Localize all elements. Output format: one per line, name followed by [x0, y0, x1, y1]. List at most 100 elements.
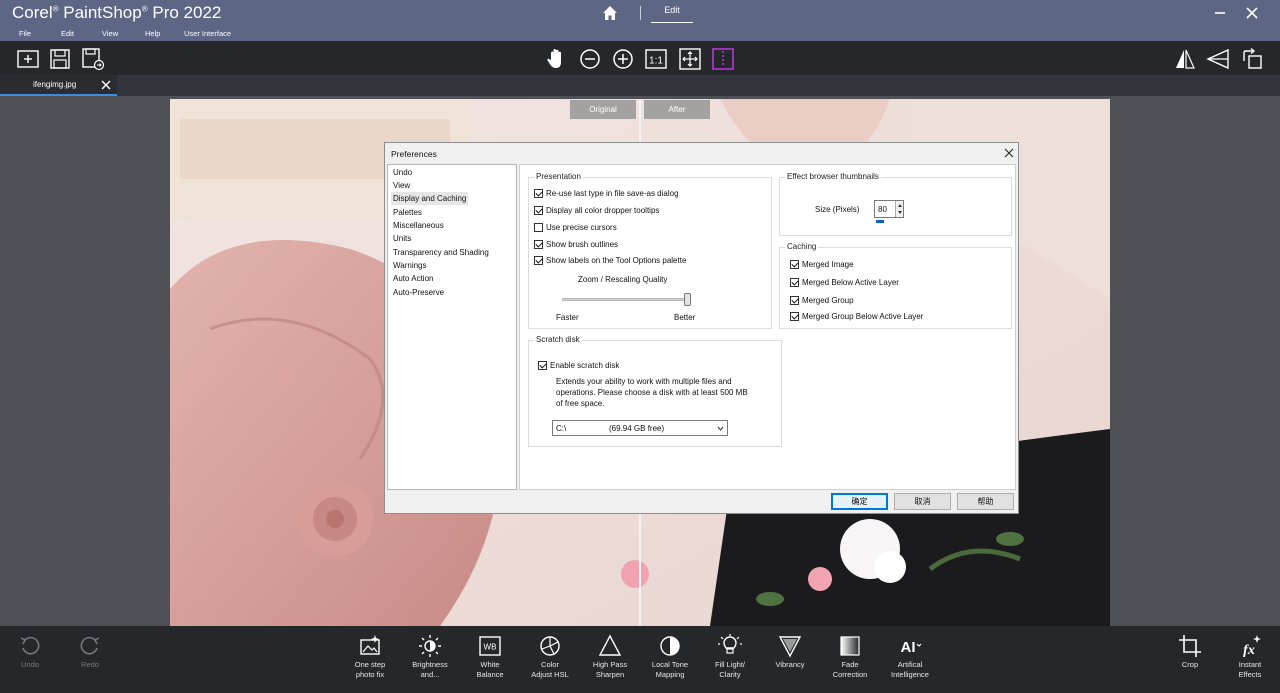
menu-help[interactable]: Help [145, 29, 160, 38]
app-title: Corel® PaintShop® Pro 2022 [12, 3, 222, 22]
one-step-photo-fix-button[interactable]: One step photo fix [340, 634, 400, 690]
checkbox[interactable] [790, 278, 799, 287]
flip-horizontal-icon[interactable] [1173, 47, 1197, 71]
close-window-icon[interactable] [1245, 6, 1259, 20]
pan-hand-icon[interactable] [544, 47, 568, 71]
category-display-and-caching[interactable]: Display and Caching [391, 192, 469, 205]
main-toolbar: 1:1 [0, 41, 1280, 75]
fill-light-clarity-button[interactable]: Fill Light/Clarity [700, 634, 760, 690]
zoom-quality-slider-thumb[interactable] [683, 293, 691, 306]
cancel-button[interactable]: 取消 [894, 493, 951, 510]
undo-icon [20, 636, 40, 655]
category-view[interactable]: View [391, 179, 412, 192]
checkbox[interactable] [790, 312, 799, 321]
help-button[interactable]: 帮助 [957, 493, 1014, 510]
scratch-desc-line2: operations. Please choose a disk with at… [556, 388, 748, 397]
option-label: Show brush outlines [546, 240, 619, 249]
new-file-icon[interactable] [16, 47, 40, 71]
category-palettes[interactable]: Palettes [391, 206, 424, 219]
close-tab-icon[interactable] [100, 79, 112, 91]
dialog-footer: 确定 取消 帮助 [385, 491, 1018, 513]
checkbox[interactable] [534, 256, 543, 265]
menu-file[interactable]: File [19, 29, 31, 38]
option-label: Display all color dropper tooltips [546, 206, 660, 215]
option-merged-image[interactable]: Merged Image [790, 260, 854, 269]
crop-button[interactable]: Crop [1160, 634, 1220, 690]
checkbox[interactable] [790, 296, 799, 305]
zoom-out-icon[interactable] [578, 47, 602, 71]
option-merged-group[interactable]: Merged Group [790, 296, 854, 305]
checkbox[interactable] [534, 206, 543, 215]
tool-label: Fade Correction [832, 660, 868, 679]
checkbox[interactable] [538, 361, 547, 370]
perspective-icon[interactable] [1206, 47, 1230, 71]
size-progress-indicator [876, 220, 884, 223]
crop-icon [1179, 635, 1201, 657]
save-icon[interactable] [48, 47, 72, 71]
instant-effects-button[interactable]: fx Instant Effects [1220, 634, 1280, 690]
svg-text:WB: WB [484, 643, 497, 652]
presentation-group: Presentation Re-use last type in file sa… [528, 172, 772, 329]
size-pixels-input[interactable]: 80 [874, 200, 904, 218]
category-transparency-and-shading[interactable]: Transparency and Shading [391, 246, 491, 259]
save-as-icon[interactable] [81, 47, 105, 71]
option-label: Show labels on the Tool Options palette [546, 256, 687, 265]
category-undo[interactable]: Undo [391, 166, 414, 179]
option-merged-group-below-active[interactable]: Merged Group Below Active Layer [790, 312, 923, 321]
local-tone-mapping-button[interactable]: Local Tone Mapping [640, 634, 700, 690]
ok-button[interactable]: 确定 [831, 493, 888, 510]
checkbox[interactable] [790, 260, 799, 269]
category-units[interactable]: Units [391, 232, 413, 245]
menu-user-interface[interactable]: User Interface [184, 29, 231, 38]
svg-text:1:1: 1:1 [649, 56, 663, 67]
option-precise-cursors[interactable]: Use precise cursors [534, 223, 617, 232]
option-enable-scratch-disk[interactable]: Enable scratch disk [538, 361, 619, 370]
option-label: Enable scratch disk [550, 361, 620, 370]
option-reuse-last-type[interactable]: Re-use last type in file save-as dialog [534, 189, 679, 198]
menu-edit[interactable]: Edit [61, 29, 74, 38]
option-merged-below-active[interactable]: Merged Below Active Layer [790, 278, 899, 287]
menu-view[interactable]: View [102, 29, 118, 38]
checkbox[interactable] [534, 223, 543, 232]
category-warnings[interactable]: Warnings [391, 259, 429, 272]
category-auto-preserve[interactable]: Auto-Preserve [391, 286, 446, 299]
color-hsl-icon [540, 636, 560, 656]
option-color-dropper-tooltips[interactable]: Display all color dropper tooltips [534, 206, 659, 215]
category-miscellaneous[interactable]: Miscellaneous [391, 219, 446, 232]
rotate-icon[interactable] [1240, 47, 1264, 71]
faster-label: Faster [556, 313, 579, 322]
tab-edit[interactable]: Edit [651, 5, 693, 23]
artificial-intelligence-button[interactable]: AI Artifical Intelligence [880, 634, 940, 690]
dialog-close-icon[interactable] [1003, 147, 1015, 159]
color-adjust-hsl-button[interactable]: Color Adjust HSL [520, 634, 580, 690]
svg-text:AI: AI [901, 639, 916, 656]
drive-free-space: (69.94 GB free) [609, 424, 665, 433]
document-tab[interactable]: ifengimg.jpg [0, 75, 117, 96]
drive-select[interactable]: C:\ (69.94 GB free) [552, 420, 728, 436]
undo-button[interactable]: Undo [0, 634, 60, 690]
tool-label: Fill Light/Clarity [714, 660, 745, 679]
checkbox[interactable] [534, 240, 543, 249]
white-balance-button[interactable]: WB White Balance [460, 634, 520, 690]
tool-label: Vibrancy [775, 660, 805, 669]
category-auto-action[interactable]: Auto Action [391, 272, 435, 285]
scratch-desc-line1: Extends your ability to work with multip… [556, 377, 732, 386]
redo-button[interactable]: Redo [60, 634, 120, 690]
home-icon[interactable] [602, 5, 618, 21]
zoom-in-icon[interactable] [611, 47, 635, 71]
high-pass-sharpen-button[interactable]: High Pass Sharpen [580, 634, 640, 690]
checkbox[interactable] [534, 189, 543, 198]
brightness-button[interactable]: Brightness and... [400, 634, 460, 690]
actual-size-icon[interactable]: 1:1 [644, 47, 668, 71]
vibrancy-button[interactable]: Vibrancy [760, 634, 820, 690]
svg-text:fx: fx [1243, 643, 1255, 658]
fit-window-icon[interactable] [678, 47, 702, 71]
fade-correction-button[interactable]: Fade Correction [820, 634, 880, 690]
option-brush-outlines[interactable]: Show brush outlines [534, 240, 618, 249]
option-tool-options-labels[interactable]: Show labels on the Tool Options palette [534, 256, 686, 265]
menu-bar: File Edit View Help User Interface [0, 27, 1280, 41]
minimize-icon[interactable] [1213, 6, 1227, 20]
size-spinner[interactable] [895, 201, 903, 217]
zoom-quality-track[interactable] [562, 298, 687, 301]
split-view-icon[interactable] [711, 47, 735, 71]
